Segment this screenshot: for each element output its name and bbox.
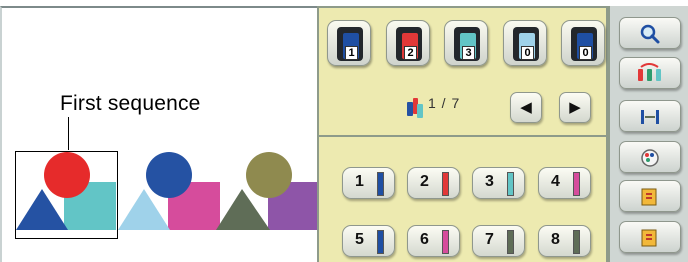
sequence-color-swatch <box>573 230 580 254</box>
color-palette-button[interactable] <box>619 141 681 173</box>
callout-line <box>68 117 69 150</box>
sequence-color-swatch <box>573 172 580 196</box>
needle-gap-button[interactable] <box>619 100 681 132</box>
spool-number: 1 <box>345 46 358 60</box>
sequence-color-swatch <box>442 172 449 196</box>
needle-gap-icon <box>641 110 659 124</box>
motif-circle <box>246 152 292 198</box>
sequence-color-swatch <box>507 230 514 254</box>
stitch-page-icon <box>641 188 657 206</box>
sequence-color-swatch <box>377 230 384 254</box>
first-sequence-label: First sequence <box>60 92 201 115</box>
design-preview: First sequence <box>0 6 318 262</box>
spool-number: 0 <box>579 46 592 60</box>
spool-number: 0 <box>521 46 534 60</box>
stitch-page-button-2[interactable] <box>619 221 681 253</box>
previous-page-button[interactable]: ◀ <box>510 92 542 123</box>
embroidery-screen: First sequence 1 2 3 0 0 1 / 7 ◀ ▶ 1 2 3… <box>0 0 688 262</box>
magnify-icon <box>640 24 660 44</box>
sequence-button-2[interactable]: 2 <box>407 167 460 199</box>
motif-3 <box>216 152 318 230</box>
sequence-color-swatch <box>442 230 449 254</box>
sequence-number: 5 <box>355 231 364 248</box>
sequence-color-swatch <box>377 172 384 196</box>
sequence-number: 8 <box>551 231 560 248</box>
sequence-button-8[interactable]: 8 <box>538 225 591 257</box>
sequence-button-6[interactable]: 6 <box>407 225 460 257</box>
sequence-button-3[interactable]: 3 <box>472 167 525 199</box>
stitch-page-icon <box>641 229 657 247</box>
multi-spool-icon <box>407 98 423 118</box>
magnify-button[interactable] <box>619 17 681 49</box>
thread-spool-4[interactable]: 0 <box>503 20 547 66</box>
sequence-number: 1 <box>355 173 364 190</box>
sequence-number: 2 <box>420 173 429 190</box>
stitch-page-button-1[interactable] <box>619 180 681 212</box>
thread-spool-1[interactable]: 1 <box>327 20 371 66</box>
sequence-color-swatch <box>507 172 514 196</box>
spool-number: 3 <box>462 46 475 60</box>
spool-number: 2 <box>404 46 417 60</box>
sequence-button-5[interactable]: 5 <box>342 225 395 257</box>
thread-spool-2[interactable]: 2 <box>386 20 430 66</box>
motif-circle <box>44 152 90 198</box>
motif-2 <box>118 152 220 230</box>
sequence-number: 7 <box>485 231 494 248</box>
sequence-button-7[interactable]: 7 <box>472 225 525 257</box>
sequence-number: 6 <box>420 231 429 248</box>
thread-spool-3[interactable]: 3 <box>444 20 488 66</box>
next-page-button[interactable]: ▶ <box>559 92 591 123</box>
thread-spool-5[interactable]: 0 <box>561 20 605 66</box>
sequence-button-1[interactable]: 1 <box>342 167 395 199</box>
motif-circle <box>146 152 192 198</box>
color-palette-icon <box>641 149 659 167</box>
motif-1 <box>16 152 116 230</box>
color-sort-button[interactable] <box>619 57 681 89</box>
sequence-number: 4 <box>551 173 560 190</box>
page-indicator: 1 / 7 <box>428 95 461 111</box>
sequence-button-4[interactable]: 4 <box>538 167 591 199</box>
color-sort-icon <box>638 63 661 81</box>
sequence-number: 3 <box>485 173 494 190</box>
